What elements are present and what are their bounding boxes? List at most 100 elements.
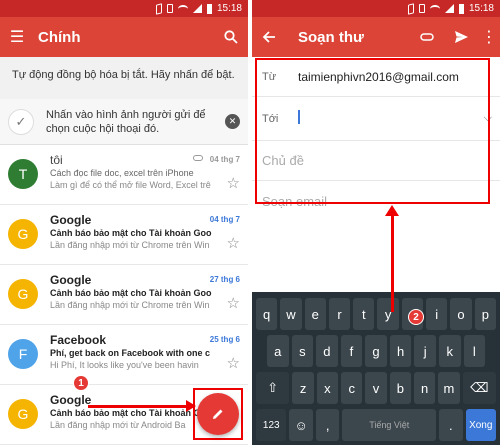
highlight-box-compose-fields (255, 58, 490, 204)
wifi-icon (177, 4, 188, 13)
tip-card: ✓ Nhấn vào hình ảnh người gửi để chọn cu… (0, 99, 248, 145)
key-a[interactable]: a (267, 335, 289, 367)
back-arrow-icon[interactable] (252, 17, 286, 57)
menu-icon[interactable]: ☰ (0, 17, 34, 57)
star-icon[interactable]: ☆ (227, 234, 240, 252)
period-key[interactable]: . (439, 409, 463, 441)
key-n[interactable]: n (413, 372, 436, 404)
key-x[interactable]: x (316, 372, 339, 404)
key-f[interactable]: f (340, 335, 363, 367)
step-badge-1: 1 (73, 375, 89, 391)
attach-icon[interactable] (410, 17, 444, 57)
status-time: 15:18 (468, 3, 494, 14)
search-icon[interactable] (214, 17, 248, 57)
annotation-arrowhead-2 (385, 205, 399, 216)
check-icon: ✓ (8, 108, 34, 135)
battery-icon (206, 3, 212, 14)
mail-snippet: Lần đăng nhập mới từ Chrome trên Win (50, 300, 210, 310)
key-t[interactable]: t (353, 298, 375, 330)
annotation-arrow-1 (88, 405, 192, 408)
list-item[interactable]: G Google Cảnh báo bảo mật cho Tài khoản Go… (0, 205, 248, 265)
comma-key[interactable]: , (315, 409, 340, 441)
status-bar: 15:18 (0, 0, 248, 17)
close-icon[interactable]: ✕ (225, 114, 240, 129)
key-r[interactable]: r (328, 298, 351, 330)
tip-text: Nhấn vào hình ảnh người gửi để chọn cuộc… (46, 108, 206, 135)
vibrate-icon (166, 4, 173, 13)
vibrate-icon (418, 4, 425, 13)
mail-date: 27 thg 6 (209, 275, 240, 284)
more-options-icon[interactable]: ⋮ (478, 17, 500, 57)
star-icon[interactable]: ☆ (227, 354, 240, 372)
mail-date: 04 thg 7 (209, 155, 240, 164)
key-j[interactable]: j (414, 335, 436, 367)
key-c[interactable]: c (341, 372, 363, 404)
status-bar: 15:18 (252, 0, 500, 17)
key-v[interactable]: v (365, 372, 387, 404)
on-screen-keyboard: qwertyuiop asdfghjkl ⇧ zxcvbnm ⌫ 123 ☺ ,… (252, 292, 500, 445)
attachment-icon (193, 155, 203, 161)
key-m[interactable]: m (438, 372, 460, 404)
compose-button[interactable] (197, 393, 239, 435)
key-g[interactable]: g (365, 335, 387, 367)
page-title: Chính (38, 28, 81, 46)
step-badge-2: 2 (408, 309, 424, 325)
emoji-key[interactable]: ☺ (289, 409, 313, 441)
avatar[interactable]: F (8, 339, 38, 369)
key-p[interactable]: p (474, 298, 496, 330)
mail-snippet: Làm gì để có thể mở file Word, Excel trê (50, 180, 211, 190)
list-item[interactable]: G Google Cảnh báo bảo mật cho Tài khoản Go… (0, 265, 248, 325)
inbox-app-bar: ☰ Chính (0, 17, 248, 57)
shift-key[interactable]: ⇧ (256, 372, 290, 404)
avatar[interactable]: G (8, 279, 38, 309)
keyboard-row-3: ⇧ zxcvbnm ⌫ (256, 372, 496, 404)
key-w[interactable]: w (280, 298, 302, 330)
key-l[interactable]: l (463, 335, 486, 367)
star-icon[interactable]: ☆ (227, 174, 240, 192)
key-e[interactable]: e (304, 298, 326, 330)
avatar[interactable]: T (8, 159, 38, 189)
bluetooth-icon (155, 2, 162, 15)
key-o[interactable]: o (450, 298, 472, 330)
key-k[interactable]: k (438, 335, 461, 367)
status-time: 15:18 (216, 3, 242, 14)
list-item[interactable]: Ttôi Cách đọc file doc, excel trên iPhone… (0, 145, 248, 205)
key-y[interactable]: y (377, 298, 399, 330)
compose-app-bar: Soạn thư ⋮ (252, 17, 500, 57)
numbers-key[interactable]: 123 (256, 409, 287, 441)
star-icon[interactable]: ☆ (227, 294, 240, 312)
inbox-screen: 15:18 ☰ Chính Tự động đồng bộ hóa bị tắt… (0, 0, 248, 445)
key-s[interactable]: s (291, 335, 314, 367)
key-b[interactable]: b (389, 372, 411, 404)
backspace-key[interactable]: ⌫ (462, 372, 496, 404)
keyboard-row-4: 123 ☺ , Tiếng Việt . Xong (256, 409, 496, 441)
wifi-icon (429, 4, 440, 13)
done-key[interactable]: Xong (465, 409, 496, 441)
mail-subject: Phí, get back on Facebook with one c (50, 348, 211, 358)
signal-icon (444, 4, 454, 13)
key-i[interactable]: i (426, 298, 448, 330)
mail-snippet: Lần đăng nhập mới từ Chrome trên Win (50, 240, 210, 250)
page-title: Soạn thư (298, 28, 364, 46)
bluetooth-icon (407, 2, 414, 15)
pencil-icon (213, 409, 223, 419)
mail-date: 25 thg 6 (209, 335, 240, 344)
sync-banner[interactable]: Tự động đồng bộ hóa bị tắt. Hãy nhấn để … (0, 57, 248, 99)
mail-subject: Cảnh báo bảo mật cho Tài khoản Goo (50, 288, 212, 298)
battery-icon (458, 3, 464, 14)
keyboard-row-1: qwertyuiop (256, 298, 496, 330)
signal-icon (192, 4, 202, 13)
keyboard-row-3-letters: zxcvbnm (292, 372, 460, 404)
key-d[interactable]: d (316, 335, 338, 367)
mail-subject: Cảnh báo bảo mật cho Tài khoản Goo (50, 228, 212, 238)
key-h[interactable]: h (389, 335, 412, 367)
send-icon[interactable] (444, 17, 478, 57)
avatar[interactable]: G (8, 399, 38, 429)
key-q[interactable]: q (256, 298, 278, 330)
annotation-arrowhead-1 (186, 400, 196, 412)
space-key[interactable]: Tiếng Việt (342, 409, 437, 441)
mail-snippet: Hi Phí, It looks like you've been havin (50, 360, 199, 370)
avatar[interactable]: G (8, 219, 38, 249)
key-z[interactable]: z (292, 372, 314, 404)
list-item[interactable]: F Facebook Phí, get back on Facebook with … (0, 325, 248, 385)
